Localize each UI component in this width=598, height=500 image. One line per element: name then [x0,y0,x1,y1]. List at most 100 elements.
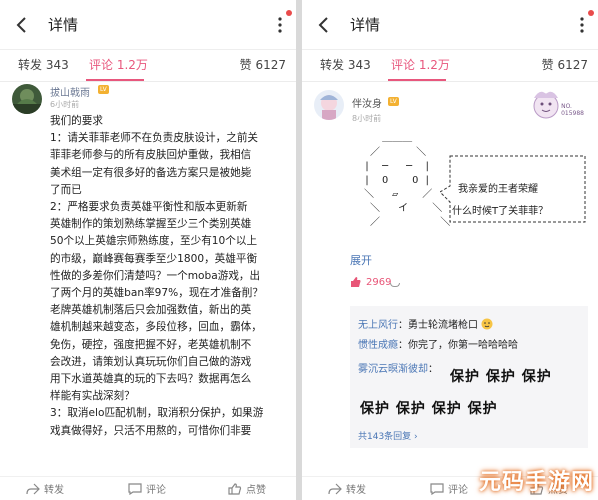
reply-count-link[interactable]: 共143条回复 › [358,429,418,442]
post-line: 会改进，请策划认真玩玩你们自己做的游戏 [50,355,252,368]
notification-dot [588,10,594,16]
sub-comments: 无上风行：勇士轮流堵枪口 惯性成瘾：你完了，你第一哈哈哈哈 雾沉云暝渐彼却： 保… [350,306,588,448]
sub-comment[interactable]: 雾沉云暝渐彼却： [358,360,438,375]
watermark-logo: 元码手游网 [478,470,594,495]
post-line: 我们的要求 [50,115,103,127]
avatar[interactable] [314,90,344,120]
post-line: 英雄制作的策划熟练掌握至少三个类别英雄 [50,218,252,231]
post-line: 2：严格要求负责英雄平衡性和版本更新新 [50,201,248,214]
forward-button[interactable]: 转发 [328,481,366,496]
post-body: 我们的要求 1：请关菲菲老师不在负责皮肤设计，之前关 菲菲老师参与的所有皮肤回炉… [50,113,290,440]
sub-comment[interactable]: 惯性成瘾：你完了，你第一哈哈哈哈 [358,336,518,351]
speech-line: 我亲爱的王者荣耀 [458,184,538,195]
sub-comment-user[interactable]: 雾沉云暝渐彼却 [358,364,428,375]
level-badge: LV [388,97,399,106]
sub-comment-text: ： [428,364,438,375]
sticker-line: NO. [561,103,572,110]
left-panel: 详情 转发 343 评论 1.2万 赞 6127 拔山戟雨 LV 6小时前 我们… [0,0,296,500]
page-title: 详情 [48,16,79,34]
post-line: 3：取消elo匹配机制，取消积分保护，如果游 [50,407,264,420]
notification-dot [286,10,292,16]
sticker-number: NO. 015988 [561,103,584,117]
tab-forward[interactable]: 转发 343 [18,56,69,73]
ascii-line: | ─ ─ | [352,161,431,172]
post-line: 样能有实战深刻？ [50,390,135,403]
comment-button[interactable]: 评论 [128,481,166,496]
sticker-line: 015988 [561,110,584,117]
post-line: 1：请关菲菲老师不在负责皮肤设计，之前关 [50,132,259,145]
footer-bar: 转发 评论 点赞 [0,476,296,500]
tab-comment[interactable]: 评论 1.2万 [89,56,148,73]
forward-label: 转发 [44,485,64,496]
expand-link[interactable]: 展开 [350,252,372,268]
tab-underline [86,79,144,81]
ascii-art: ＿＿＿ ／ ＼ | ─ ─ | | O O | ＼ ▱ ／ ＼ イ ＼ ／ ＼ … [352,132,592,252]
post-line: 50个以上英雄宗师熟练度，至少有10个以上 [50,235,258,248]
text-fade [0,440,296,474]
back-arrow-icon[interactable] [312,13,336,37]
post-line: 美术组一定有很多好的备选方案只是被她毙 [50,166,252,179]
ascii-line: | O O | [352,175,431,186]
header: 详情 [0,0,296,50]
post-line: 免伤，硬控，强度把握不好，老英雄机制不 [50,338,252,351]
tab-bar: 转发 343 评论 1.2万 赞 6127 [302,50,598,82]
emoji-icon [481,318,493,330]
forward-icon [26,483,40,494]
sub-comment-text: ：勇士轮流堵枪口 [398,320,478,331]
tab-bar: 转发 343 评论 1.2万 赞 6127 [0,50,296,82]
username[interactable]: 拔山戟雨 [50,84,90,99]
tab-underline [388,79,446,81]
comment-button[interactable]: 评论 [430,481,468,496]
more-icon[interactable] [578,15,586,35]
thumb-up-icon [228,482,242,495]
like-button[interactable]: 点赞 [228,481,266,496]
thumb-up-icon [351,277,361,287]
like-count[interactable]: 2969 [350,276,391,288]
protect-text: 保护 保护 保护 [450,369,552,385]
post-time: 8小时前 [352,114,382,123]
tab-like[interactable]: 赞 6127 [240,56,286,73]
post-time: 6小时前 [50,100,80,109]
tab-comment[interactable]: 评论 1.2万 [391,56,450,73]
comment-icon [128,482,142,495]
ascii-line: ／ ＼ [352,147,427,158]
right-panel: 详情 转发 343 评论 1.2万 赞 6127 伴汝身 LV 8小时前 NO.… [302,0,598,500]
comment-label: 评论 [146,485,166,496]
like-number: 2969 [366,276,392,288]
forward-button[interactable]: 转发 [26,481,64,496]
sub-comment-text: ：你完了，你第一哈哈哈哈 [398,340,518,351]
tab-like[interactable]: 赞 6127 [542,56,588,73]
header: 详情 [302,0,598,50]
post-line: 性做的多差你们清楚吗？一个moba游戏，出 [50,269,261,282]
username[interactable]: 伴汝身 [352,95,382,110]
more-icon[interactable] [276,15,284,35]
post-line: 的市级，巅峰赛每赛季至少1800，英雄平衡 [50,252,258,265]
forward-icon [328,483,342,494]
emoji-react-icon[interactable] [390,283,400,287]
ascii-line: ／ ＼ [352,217,451,228]
post-line: 老牌英雄机制落后只会加强数值，新出的英 [50,304,252,317]
sub-comment-user[interactable]: 惯性成瘾 [358,340,398,351]
post-line: 用下水道英雄真的玩的下去吗？数据再怎么 [50,373,252,386]
forward-label: 转发 [346,485,366,496]
speech-line: 什么时候T了关菲菲？ [452,206,549,217]
post-line: 了而已 [50,183,82,196]
tab-forward[interactable]: 转发 343 [320,56,371,73]
post-line: 戏真做得好，只活不用熬的，可惜你们非要 [50,424,252,437]
post-line: 雄机制越来越变态，多段位移，回血，霸体， [50,321,262,334]
avatar[interactable] [12,84,42,114]
back-arrow-icon[interactable] [10,13,34,37]
post-line: 菲菲老师参与的所有皮肤回炉重做，我相信 [50,149,252,162]
sub-comment-user[interactable]: 无上风行 [358,320,398,331]
like-label: 点赞 [246,485,266,496]
sub-comment[interactable]: 无上风行：勇士轮流堵枪口 [358,316,493,331]
protect-text: 保护 保护 保护 保护 [360,401,498,417]
comment-icon [430,482,444,495]
ascii-line: ＼ イ ＼ [352,203,443,214]
ascii-line: ＼ ▱ ／ [352,189,433,200]
post-line: 了两个月的英雄ban率97%，现在才准备削？ [50,287,263,300]
level-badge: LV [98,85,109,94]
ascii-line: ＿＿＿ [352,133,413,144]
comment-label: 评论 [448,485,468,496]
page-title: 详情 [350,16,381,34]
